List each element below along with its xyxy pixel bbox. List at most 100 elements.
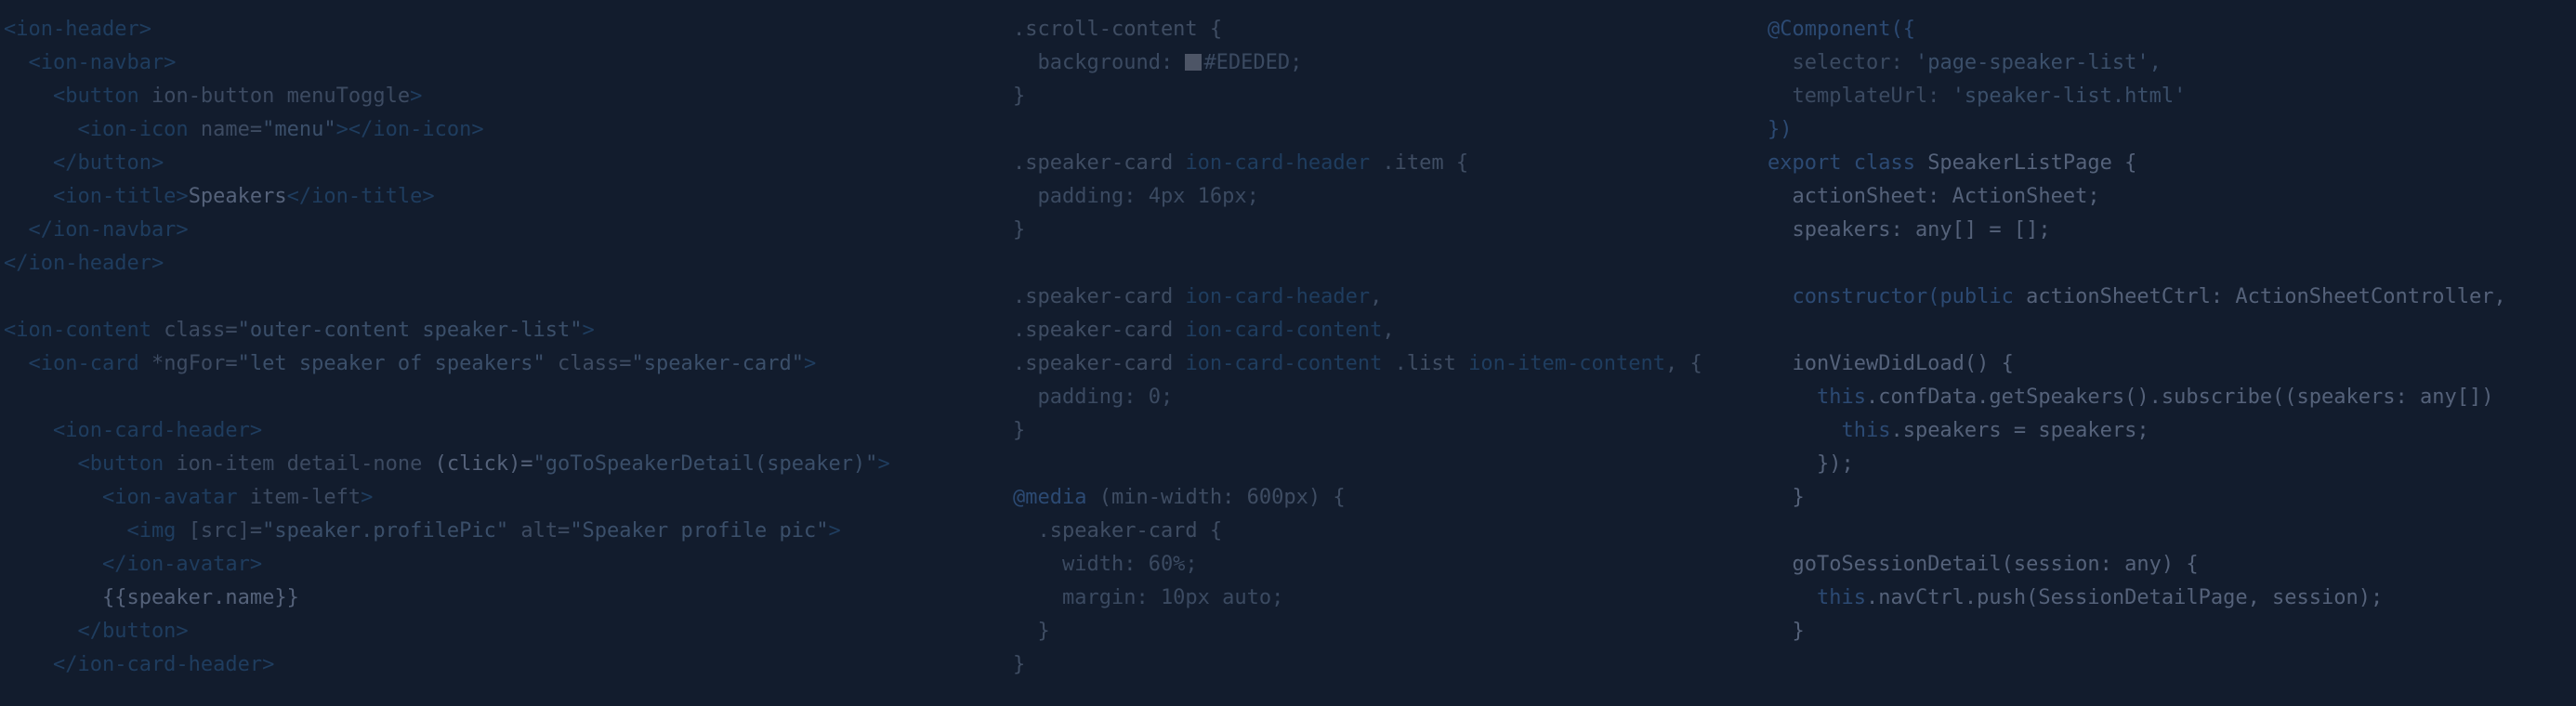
code-token: this — [1768, 386, 1866, 409]
code-line: .speaker-card ion-card-content .list ion… — [1013, 347, 1775, 381]
code-token: <button — [4, 452, 177, 476]
code-token: <ion-icon — [4, 118, 201, 141]
code-token: 'page-speaker-list', — [1914, 51, 2162, 74]
code-token: (min-width: 600px) { — [1086, 486, 1346, 509]
code-line: } — [1013, 214, 1775, 247]
code-token: } — [1013, 653, 1026, 676]
scss-style-code: .scroll-content { background: #EDEDED;}.… — [1013, 13, 1775, 682]
code-token: .speakers = speakers; — [1890, 419, 2149, 442]
code-token: padding: 0; — [1013, 386, 1174, 409]
code-line: }) — [1768, 113, 2576, 147]
code-token: .list — [1382, 352, 1469, 375]
code-line: .speaker-card ion-card-header .item { — [1013, 147, 1775, 180]
code-line: <button ion-button menuToggle> — [4, 80, 998, 113]
code-token: @Component({ — [1768, 18, 1915, 41]
code-line: this.navCtrl.push(SessionDetailPage, ses… — [1768, 582, 2576, 615]
code-line: </button> — [4, 615, 998, 648]
code-token: .speaker-card — [1013, 151, 1186, 175]
code-token: ion-card-header — [1185, 285, 1371, 308]
code-token: background: — [1013, 51, 1186, 74]
code-token: actionSheetCtrl: ActionSheetController, — [2026, 285, 2506, 308]
code-line: </ion-avatar> — [4, 548, 998, 582]
code-token: </ion-header> — [4, 252, 164, 275]
code-line: <ion-icon name="menu"></ion-icon> — [4, 113, 998, 147]
code-token: {{speaker.name}} — [4, 586, 299, 609]
code-line: actionSheet: ActionSheet; — [1768, 180, 2576, 214]
code-token: } — [1013, 419, 1026, 442]
code-line: } — [1013, 80, 1775, 113]
code-line: this.confData.getSpeakers().subscribe((s… — [1768, 381, 2576, 414]
code-line: padding: 0; — [1013, 381, 1775, 414]
code-token: } — [1013, 620, 1050, 643]
code-token: ionViewDidLoad() { — [1768, 352, 2014, 375]
code-token: } — [1768, 620, 1805, 643]
code-token: "goToSpeakerDetail(speaker)" — [532, 452, 878, 476]
code-token: .speaker-card — [1013, 285, 1186, 308]
code-token: ion-card-content — [1185, 352, 1383, 375]
code-token: <ion-header> — [4, 18, 151, 41]
code-token: "menu" — [262, 118, 336, 141]
code-token: > — [410, 85, 423, 108]
code-token: </ion-title> — [286, 185, 435, 208]
code-token: @media — [1013, 486, 1087, 509]
code-token: , { — [1665, 352, 1702, 375]
code-token: templateUrl: — [1768, 85, 1952, 108]
code-token: .navCtrl.push(SessionDetailPage, session… — [1865, 586, 2384, 609]
code-token: </ion-avatar> — [4, 553, 263, 576]
code-line: </button> — [4, 147, 998, 180]
code-token: actionSheet: ActionSheet; — [1768, 185, 2100, 208]
code-token: "speaker.profilePic" — [262, 519, 509, 543]
code-token: <ion-content — [4, 319, 164, 342]
code-token: <ion-avatar — [4, 486, 250, 509]
code-token: goToSessionDetail(session: any) { — [1768, 553, 2199, 576]
code-token: .speaker-card — [1013, 319, 1186, 342]
code-line: export class SpeakerListPage { — [1768, 147, 2576, 180]
code-token: <ion-card-header> — [4, 419, 263, 442]
code-line: ionViewDidLoad() { — [1768, 347, 2576, 381]
code-token: </ion-navbar> — [4, 218, 189, 242]
code-token: , — [1370, 285, 1383, 308]
code-line: </ion-header> — [4, 247, 998, 281]
code-line: <img [src]="speaker.profilePic" alt="Spe… — [4, 515, 998, 548]
code-line: </ion-card-header> — [4, 648, 998, 682]
code-token: > — [828, 519, 841, 543]
code-token: class= — [164, 319, 238, 342]
code-token: ion-button menuToggle — [151, 85, 411, 108]
code-token: </ion-card-header> — [4, 653, 275, 676]
code-token: selector: — [1768, 51, 1915, 74]
code-line: } — [1768, 481, 2576, 515]
code-token: ></ion-icon> — [335, 118, 484, 141]
code-token: name= — [200, 118, 263, 141]
code-token: } — [1013, 218, 1026, 242]
code-line: this.speakers = speakers; — [1768, 414, 2576, 448]
code-line: </ion-navbar> — [4, 214, 998, 247]
code-token: (click)= — [434, 452, 533, 476]
code-line: @media (min-width: 600px) { — [1013, 481, 1775, 515]
code-token: "outer-content speaker-list" — [237, 319, 583, 342]
code-token: .confData.getSpeakers().subscribe((speak… — [1865, 386, 2494, 409]
code-token: </button> — [4, 620, 189, 643]
code-token: }); — [1768, 452, 1854, 476]
code-token: [src]= — [188, 519, 263, 543]
color-swatch-icon — [1185, 54, 1203, 71]
code-line: speakers: any[] = []; — [1768, 214, 2576, 247]
code-token: <ion-title> — [4, 185, 189, 208]
code-line: width: 60%; — [1013, 548, 1775, 582]
code-token: item-left — [249, 486, 361, 509]
code-line: selector: 'page-speaker-list', — [1768, 46, 2576, 80]
code-token: alt= — [508, 519, 571, 543]
code-token: } — [1768, 486, 1805, 509]
code-line: templateUrl: 'speaker-list.html' — [1768, 80, 2576, 113]
code-line: <button ion-item detail-none (click)="go… — [4, 448, 998, 481]
code-line: {{speaker.name}} — [4, 582, 998, 615]
code-line: } — [1013, 615, 1775, 648]
code-token: *ngFor= — [151, 352, 238, 375]
code-token: speakers: any[] = []; — [1768, 218, 2051, 242]
code-token: <button — [4, 85, 151, 108]
code-token: Speakers — [188, 185, 287, 208]
code-token: export class — [1768, 151, 1928, 175]
